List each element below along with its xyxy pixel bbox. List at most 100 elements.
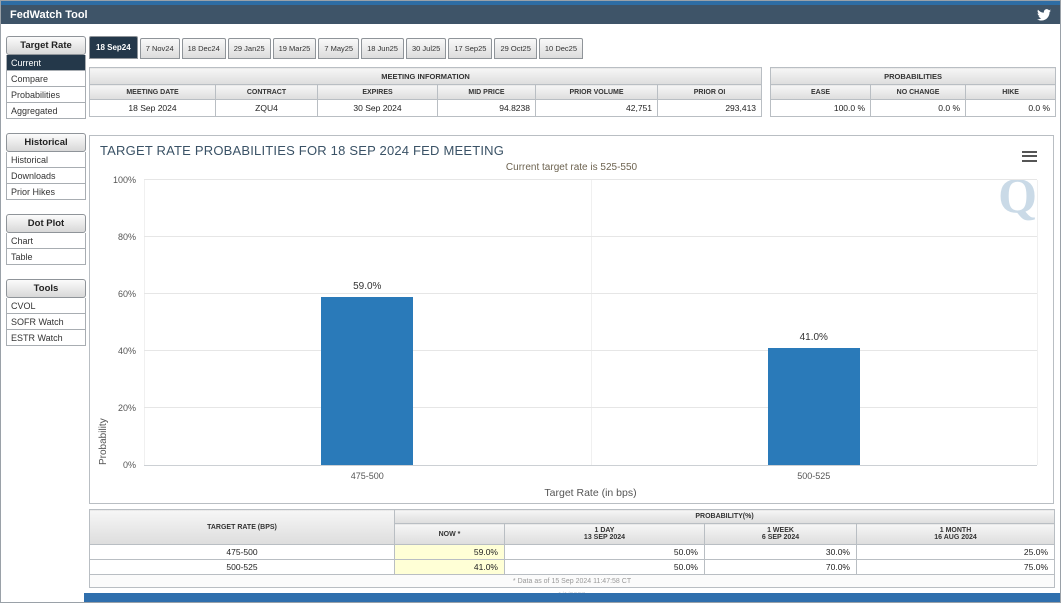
probabilities-summary-table: PROBABILITIESEASENO CHANGEHIKE100.0 %0.0… [770,67,1056,117]
sidebar-item-estr-watch[interactable]: ESTR Watch [6,330,86,346]
value-prior-oi: 293,413 [658,100,762,117]
sidebar-item-table[interactable]: Table [6,249,86,265]
bottom-footer-strip [84,593,1060,602]
chart-bar-500-525[interactable] [768,348,860,465]
tab-18-jun25[interactable]: 18 Jun25 [361,38,404,59]
sidebar-item-compare[interactable]: Compare [6,71,86,87]
subcolumn-header-now: NOW * [395,524,505,545]
sidebar-item-historical[interactable]: Historical [6,152,86,168]
probabilities-summary-table-header-row: EASENO CHANGEHIKE [771,85,1056,100]
probability-cell: 25.0% [857,545,1055,560]
y-axis-tick-label: 0% [123,460,136,470]
meeting-info-table: MEETING INFORMATIONMEETING DATECONTRACTE… [89,67,762,117]
tab-29-oct25[interactable]: 29 Oct25 [494,38,536,59]
probability-table-group-row: TARGET RATE (BPS)PROBABILITY(%) [90,510,1055,524]
y-axis-tick-label: 40% [118,346,136,356]
subcolumn-header-1-day: 1 DAY13 SEP 2024 [505,524,705,545]
subcolumn-header-1-week: 1 WEEK6 SEP 2024 [705,524,857,545]
sidebar-item-downloads[interactable]: Downloads [6,168,86,184]
sidebar-section-historical: Historical [6,133,86,152]
rate-cell: 475-500 [90,545,395,560]
value-hike: 0.0 % [966,100,1056,117]
bar-value-label: 59.0% [353,281,381,292]
probability-cell: 70.0% [705,560,857,575]
target-rate-bps-header: TARGET RATE (BPS) [90,510,395,545]
probability-cell: 50.0% [505,560,705,575]
column-header-ease: EASE [771,85,871,100]
column-header-no-change: NO CHANGE [871,85,966,100]
value-meeting-date: 18 Sep 2024 [90,100,216,117]
column-header-mid-price: MID PRICE [438,85,536,100]
chart-title: TARGET RATE PROBABILITIES FOR 18 SEP 202… [100,143,504,158]
probability-cell: 50.0% [505,545,705,560]
sidebar-item-sofr-watch[interactable]: SOFR Watch [6,314,86,330]
column-header-contract: CONTRACT [216,85,318,100]
tab-29-jan25[interactable]: 29 Jan25 [228,38,271,59]
value-no-change: 0.0 % [871,100,966,117]
y-axis-tick-label: 60% [118,289,136,299]
probability-cell: 30.0% [705,545,857,560]
tab-30-jul25[interactable]: 30 Jul25 [406,38,446,59]
probability-cell: 59.0% [395,545,505,560]
tab-19-mar25[interactable]: 19 Mar25 [273,38,317,59]
sidebar-item-prior-hikes[interactable]: Prior Hikes [6,184,86,200]
subcolumn-line2: 16 AUG 2024 [859,534,1052,541]
tab-18-dec24[interactable]: 18 Dec24 [182,38,226,59]
date-tabs: 18 Sep247 Nov2418 Dec2429 Jan2519 Mar257… [89,36,1054,59]
sidebar-item-probabilities[interactable]: Probabilities [6,87,86,103]
bar-value-label: 41.0% [800,332,828,343]
meeting-info-table-header-row: MEETING DATECONTRACTEXPIRESMID PRICEPRIO… [90,85,762,100]
sidebar-item-current[interactable]: Current [6,55,86,71]
fedwatch-page: FedWatch Tool Target RateCurrentCompareP… [0,0,1061,603]
y-gridline [144,407,1037,408]
y-axis-tick-label: 100% [113,175,136,185]
twitter-bird-glyph [1037,9,1051,21]
sidebar-section-target-rate: Target Rate [6,36,86,55]
sidebar-item-cvol[interactable]: CVOL [6,298,86,314]
probabilities-summary-table-value-row: 100.0 %0.0 %0.0 % [771,100,1056,117]
meeting-info-table-value-row: 18 Sep 2024ZQU430 Sep 202494.823842,7512… [90,100,762,117]
subcolumn-line1: NOW * [397,531,502,538]
chart-subtitle: Current target rate is 525-550 [90,162,1053,173]
tab-18-sep24[interactable]: 18 Sep24 [89,36,138,59]
y-axis-tick-label: 20% [118,403,136,413]
plot-boundary-line [1037,180,1038,465]
subcolumn-line2: 6 SEP 2024 [707,534,854,541]
rate-cell: 500-525 [90,560,395,575]
y-gridline [144,350,1037,351]
subcolumn-line1: 1 MONTH [859,527,1052,534]
y-gridline [144,236,1037,237]
column-header-prior-oi: PRIOR OI [658,85,762,100]
tab-10-dec25[interactable]: 10 Dec25 [539,38,583,59]
probabilities-summary-table-caption-row: PROBABILITIES [771,68,1056,85]
chart-plot: Probability 0%20%40%60%80%100%59.0%475-5… [144,180,1037,466]
value-prior-volume: 42,751 [536,100,658,117]
value-contract: ZQU4 [216,100,318,117]
footnote-row: * Data as of 15 Sep 2024 11:47:58 CT [90,575,1055,588]
meeting-info-table-caption-row: MEETING INFORMATION [90,68,762,85]
y-axis-title: Probability [98,180,109,465]
tab-7-may25[interactable]: 7 May25 [318,38,359,59]
probability-group-header: PROBABILITY(%) [395,510,1055,524]
probabilities-summary-table-caption: PROBABILITIES [771,68,1056,85]
chart-bar-475-500[interactable] [321,297,413,465]
subcolumn-header-1-month: 1 MONTH16 AUG 2024 [857,524,1055,545]
value-expires: 30 Sep 2024 [318,100,438,117]
sidebar: Target RateCurrentCompareProbabilitiesAg… [6,36,86,599]
probability-cell: 41.0% [395,560,505,575]
tab-17-sep25[interactable]: 17 Sep25 [448,38,492,59]
value-mid-price: 94.8238 [438,100,536,117]
subcolumn-line1: 1 WEEK [707,527,854,534]
probability-cell: 75.0% [857,560,1055,575]
chart-container: TARGET RATE PROBABILITIES FOR 18 SEP 202… [89,135,1054,504]
column-header-expires: EXPIRES [318,85,438,100]
x-axis-category-label: 475-500 [351,471,384,481]
sidebar-item-chart[interactable]: Chart [6,233,86,249]
sidebar-item-aggregated[interactable]: Aggregated [6,103,86,119]
column-header-prior-volume: PRIOR VOLUME [536,85,658,100]
subcolumn-line2: 13 SEP 2024 [507,534,702,541]
app-header: FedWatch Tool [1,5,1060,24]
tab-7-nov24[interactable]: 7 Nov24 [140,38,180,59]
twitter-icon[interactable] [1037,9,1051,21]
y-axis-tick-label: 80% [118,232,136,242]
